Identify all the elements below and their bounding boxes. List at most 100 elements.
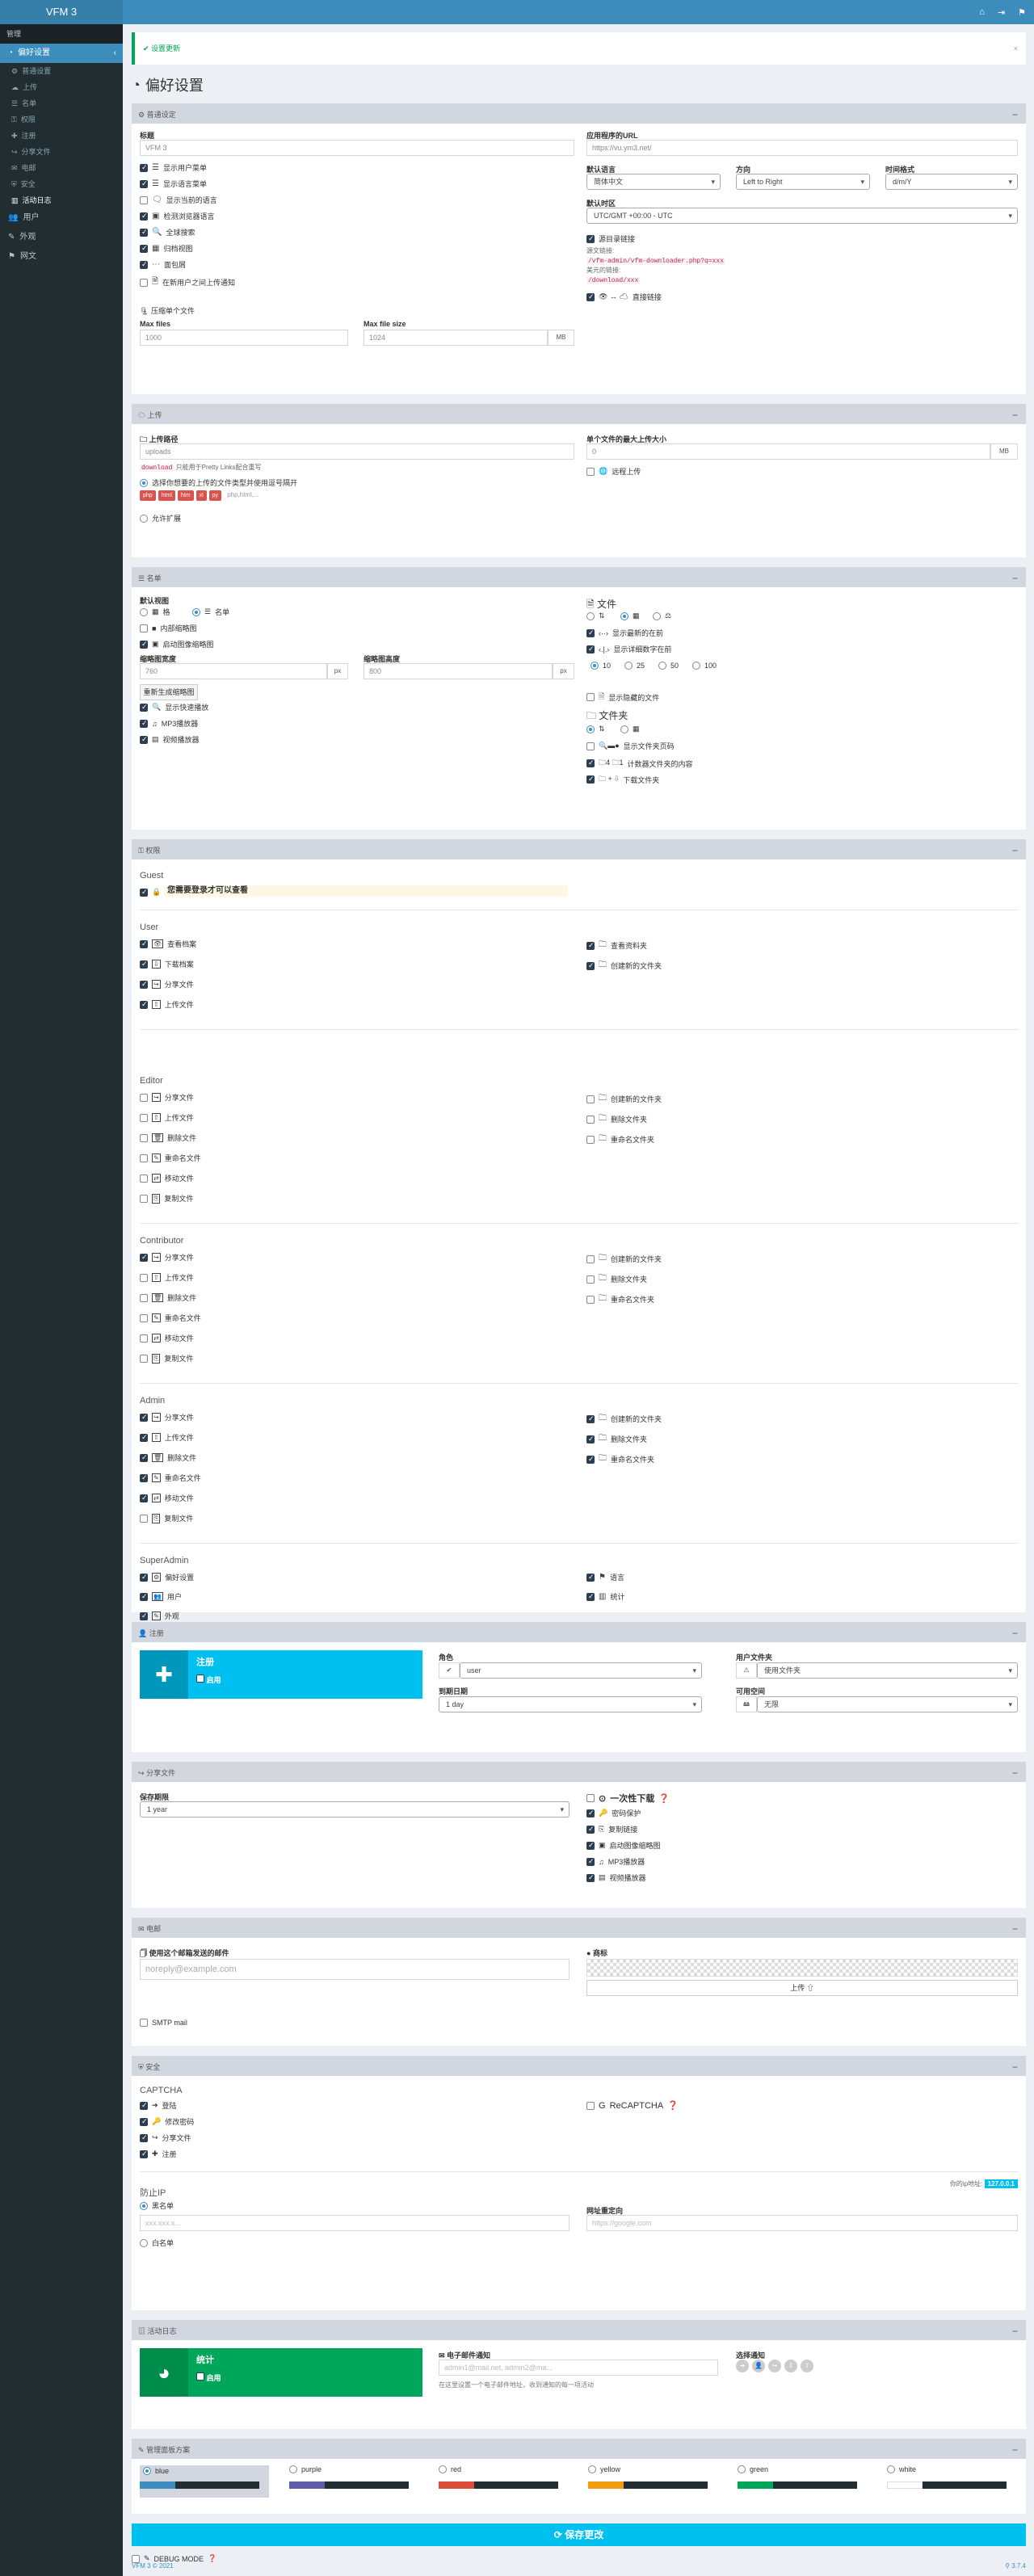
lifetime-select[interactable]: 1 year	[140, 1801, 570, 1817]
sidebar-sub-activity-log[interactable]: ▥ 活动日志	[0, 192, 123, 208]
general-check[interactable]: ☰显示语言菜单	[140, 179, 207, 189]
general-check[interactable]: ▦归档视图	[140, 243, 192, 254]
thumb-height-input[interactable]: 800	[364, 663, 553, 679]
permission-check[interactable]: ⇄移动文件	[140, 1493, 194, 1503]
permission-check[interactable]: 🗀创建新的文件夹	[586, 1252, 662, 1266]
regenerate-thumbs-button[interactable]: 重新生成缩略图	[140, 684, 198, 700]
collapse-icon[interactable]: −	[1012, 569, 1018, 587]
sidebar-sub-general[interactable]: ⚙ 普通设置	[0, 63, 123, 79]
permission-check[interactable]: 🗑删除文件	[140, 1452, 196, 1463]
permission-check[interactable]: ⇩下载档案	[140, 959, 194, 969]
share-thumbs-check[interactable]: ▣启动图像缩略图	[586, 1840, 661, 1851]
page-50-radio[interactable]: 50	[658, 662, 679, 670]
notify-option-icon[interactable]: 👤	[752, 2360, 765, 2372]
allowed-types-radio[interactable]: 选择你想要的上传的文件类型并使用逗号隔开	[140, 477, 297, 488]
timezone-select[interactable]: UTC/GMT +00:00 - UTC	[586, 208, 1018, 224]
general-check[interactable]: 🗎 在新用户之间上传通知	[140, 275, 235, 289]
quota-select[interactable]: 无限	[757, 1696, 1018, 1712]
permission-check[interactable]: ↪分享文件	[140, 1252, 194, 1263]
collapse-icon[interactable]: −	[1012, 406, 1018, 424]
permission-check[interactable]: ✎重命名文件	[140, 1473, 201, 1483]
permission-check[interactable]: 🗑删除文件	[140, 1292, 196, 1303]
permission-check[interactable]: ⇧上传文件	[140, 1272, 194, 1283]
title-input[interactable]: VFM 3	[140, 140, 574, 156]
general-check[interactable]: ☰显示用户菜单	[140, 162, 207, 173]
general-check[interactable]: ⋯面包屑	[140, 259, 186, 270]
permission-check[interactable]: ⇧上传文件	[140, 999, 194, 1010]
app-logo[interactable]: VFM 3	[0, 0, 123, 24]
sidebar-item-users[interactable]: 👥 用户	[0, 208, 123, 228]
skin-option-red[interactable]: red	[439, 2465, 568, 2498]
smtp-check[interactable]: SMTP mail	[140, 2019, 187, 2027]
direct-link-check[interactable]: 👁 ↔ ☁直接链接	[586, 292, 662, 302]
statistics-toggle[interactable]: ◕ 统计 启用	[140, 2348, 422, 2397]
permission-check[interactable]: ⇄移动文件	[140, 1173, 194, 1183]
upload-dir-input[interactable]: uploads	[140, 443, 574, 460]
remote-upload-check[interactable]: 🌐 远程上传	[586, 466, 641, 477]
detail-numbers-check[interactable]: ‹.|.›显示详细数字在前	[586, 644, 671, 654]
sidebar-sub-lists[interactable]: ☰ 名单	[0, 95, 123, 111]
ip-blacklist-radio[interactable]: 黑名单	[140, 2200, 174, 2211]
sidebar-item-appearance[interactable]: ✎ 外观	[0, 228, 123, 247]
permission-check[interactable]: 🗀删除文件夹	[586, 1112, 647, 1126]
skin-option-white[interactable]: white	[887, 2465, 1016, 2498]
permission-check[interactable]: ▥统计	[586, 1591, 624, 1602]
share-mp3-check[interactable]: ♫MP3播放器	[586, 1856, 645, 1867]
sort-size-radio[interactable]: ⚖	[653, 611, 671, 620]
sidebar-item-translations[interactable]: ⚑ 网文	[0, 247, 123, 267]
permission-check[interactable]: ↪分享文件	[140, 1412, 194, 1422]
ip-list-input[interactable]: xxx.xxx.x...	[140, 2215, 570, 2231]
skin-option-yellow[interactable]: yellow	[588, 2465, 717, 2498]
email-from-input[interactable]: noreply@example.com	[140, 1959, 570, 1980]
allow-ext-radio[interactable]: 允许扩展	[140, 513, 181, 523]
permission-check[interactable]: 🗀重命名文件夹	[586, 1292, 654, 1306]
share-copy-link-check[interactable]: ⎘复制链接	[586, 1824, 637, 1834]
view-list-radio[interactable]: ☰ 名单	[192, 607, 229, 617]
max-files-input[interactable]: 1000	[140, 330, 348, 346]
permission-check[interactable]: ↪分享文件	[140, 979, 194, 990]
inline-thumbs-check[interactable]: ■ 内部缩略图	[140, 623, 196, 633]
captcha-password-check[interactable]: 🔑修改密码	[140, 2116, 194, 2127]
captcha-register-check[interactable]: ✚注册	[140, 2149, 177, 2159]
notify-option-icon[interactable]: ➔	[736, 2360, 749, 2372]
time-format-select[interactable]: d/m/Y	[885, 174, 1018, 190]
newest-first-check[interactable]: ‹··›显示最新的在前	[586, 628, 663, 638]
permission-check[interactable]: 🗀删除文件夹	[586, 1272, 647, 1286]
ip-whitelist-radio[interactable]: 白名单	[140, 2238, 174, 2248]
language-select[interactable]: 简体中文	[586, 174, 721, 190]
sidebar-sub-permissions[interactable]: ⚿ 权限	[0, 111, 123, 128]
max-upload-input[interactable]: 0	[586, 443, 990, 460]
sidebar-sub-share[interactable]: ↪ 分享文件	[0, 144, 123, 160]
file-type-tag[interactable]: html	[158, 490, 175, 501]
file-type-tag[interactable]: py	[208, 490, 222, 501]
notify-option-icon[interactable]: ↪	[768, 2360, 781, 2372]
collapse-icon[interactable]: −	[1012, 2322, 1018, 2340]
user-folder-select[interactable]: 使用文件夹	[757, 1662, 1018, 1679]
role-select[interactable]: user	[460, 1662, 702, 1679]
view-grid-radio[interactable]: ▦ 格	[140, 607, 170, 617]
permission-check[interactable]: ⚙偏好设置	[140, 1572, 194, 1582]
sidebar-sub-email[interactable]: ✉ 电邮	[0, 160, 123, 176]
captcha-login-check[interactable]: ➔登陆	[140, 2100, 177, 2111]
registration-toggle[interactable]: ✚ 注册 启用	[140, 1650, 422, 1699]
permission-check[interactable]: 👁查看档案	[140, 939, 196, 949]
permission-check[interactable]: ✎外观	[140, 1611, 179, 1621]
collapse-icon[interactable]: −	[1012, 842, 1018, 859]
folder-sort-alpha-radio[interactable]: ⇅	[586, 725, 605, 733]
thumb-width-input[interactable]: 760	[140, 663, 327, 679]
collapse-icon[interactable]: −	[1012, 2441, 1018, 2459]
sort-date-radio[interactable]: ▦	[620, 611, 640, 620]
general-check[interactable]: ▣检测浏览器语言	[140, 211, 214, 221]
permission-check[interactable]: ⎘ 复制文件	[140, 1513, 193, 1523]
permission-check[interactable]: 👥用户	[140, 1591, 182, 1602]
video-player-check[interactable]: ▤视频播放器	[140, 734, 200, 745]
sidebar-sub-upload[interactable]: ☁ 上传	[0, 79, 123, 95]
folder-pages-check[interactable]: 🔍▬● 显示文件夹页码	[586, 741, 675, 751]
skin-option-purple[interactable]: purple	[289, 2465, 418, 2498]
collapse-icon[interactable]: −	[1012, 2058, 1018, 2076]
file-type-tag[interactable]: xl	[195, 490, 207, 501]
sidebar-item-preferences[interactable]: ◔ 偏好设置 ‹	[0, 44, 123, 63]
logo-upload-button[interactable]: 上传 ⇧	[586, 1980, 1018, 1996]
collapse-icon[interactable]: −	[1012, 1764, 1018, 1782]
flag-icon[interactable]: ⚑	[1018, 7, 1026, 18]
